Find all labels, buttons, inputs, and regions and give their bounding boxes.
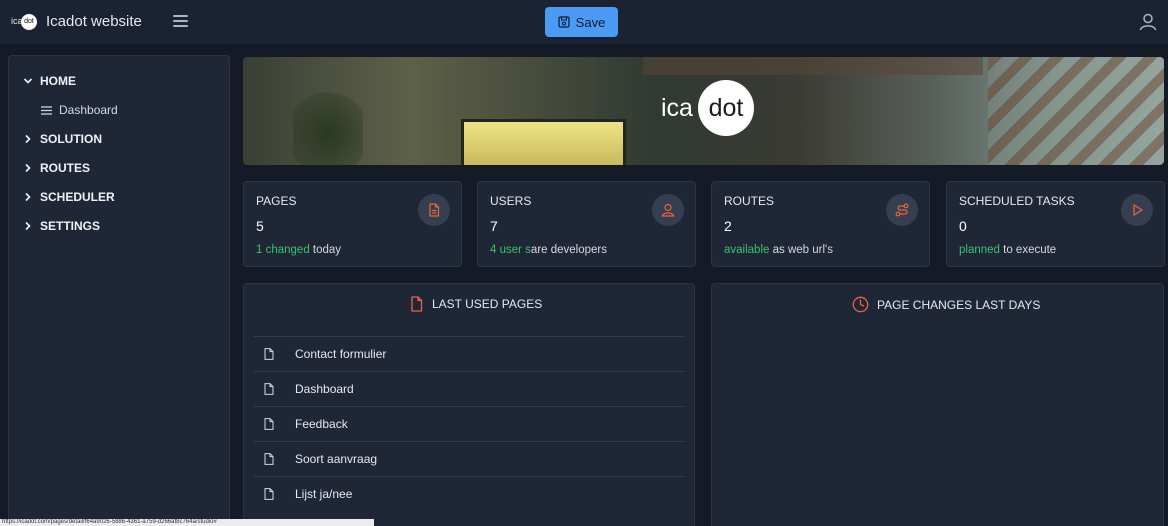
list-item-label: Lijst ja/nee <box>295 487 353 501</box>
stat-card-rest: are developers <box>530 244 607 256</box>
stat-card-label: SCHEDULED TASKS <box>959 194 1075 208</box>
sidebar-item-label: SOLUTION <box>40 132 102 146</box>
hero-logo-dot-text: dot <box>698 80 754 136</box>
chevron-right-icon <box>25 163 31 173</box>
sidebar-item-home[interactable]: HOME <box>23 74 76 88</box>
save-button-label: Save <box>575 14 606 30</box>
last-used-pages-panel: LAST USED PAGES Contact formulier Dashbo… <box>243 283 695 526</box>
link-preview-statusbar: https://icadot.com/pages/detail/f64a9026… <box>0 519 374 526</box>
clock-icon <box>852 296 869 313</box>
stat-card-highlight: available <box>724 244 770 256</box>
menu-toggle-icon[interactable] <box>173 15 188 27</box>
stat-card-value: 0 <box>959 218 967 234</box>
stat-card-icon-badge <box>886 194 918 226</box>
stat-card-icon-badge <box>418 194 450 226</box>
hero-decoration <box>988 57 1164 165</box>
sidebar: HOME Dashboard SOLUTION ROUTES SCHEDULER… <box>8 55 230 526</box>
chevron-right-icon <box>25 192 31 202</box>
stat-card-rest: today <box>309 244 342 256</box>
list-item-label: Contact formulier <box>295 347 387 361</box>
stat-card-routes[interactable]: ROUTES 2 available as web url's <box>711 181 930 267</box>
sidebar-item-routes[interactable]: ROUTES <box>23 161 90 175</box>
stat-card-value: 2 <box>724 218 732 234</box>
floppy-disk-icon <box>558 16 570 28</box>
stat-card-highlight: 1 changed <box>256 244 310 256</box>
last-used-pages-list: Contact formulier Dashboard Feedback Soo… <box>254 336 685 511</box>
sidebar-item-dashboard[interactable]: Dashboard <box>41 103 118 117</box>
list-item-label: Soort aanvraag <box>295 452 378 466</box>
hero-logo: ica dot <box>661 80 754 136</box>
hero-decoration <box>643 57 983 75</box>
user-icon <box>1139 13 1157 31</box>
file-icon <box>264 383 278 395</box>
stat-card-highlight: planned <box>959 244 1000 256</box>
user-icon <box>661 203 675 217</box>
stat-card-highlight: 4 user s <box>490 244 531 256</box>
stat-card-rest: as web url's <box>769 244 833 256</box>
stat-card-description: planned to execute <box>959 244 1056 256</box>
stat-card-label: PAGES <box>256 194 297 208</box>
file-icon <box>429 203 440 217</box>
user-account-button[interactable] <box>1139 13 1157 31</box>
save-button[interactable]: Save <box>545 7 618 37</box>
stat-card-description: 4 user sare developers <box>490 244 607 256</box>
top-bar: ica dot Icadot website Save <box>0 0 1168 44</box>
stat-card-icon-badge <box>1121 194 1153 226</box>
file-icon <box>264 488 278 500</box>
panel-title-text: PAGE CHANGES LAST DAYS <box>877 297 1041 312</box>
app-logo[interactable]: ica dot <box>11 12 37 32</box>
sidebar-item-settings[interactable]: SETTINGS <box>23 219 100 233</box>
sidebar-item-label: ROUTES <box>40 161 91 175</box>
chevron-right-icon <box>25 221 31 231</box>
file-icon <box>264 418 278 430</box>
file-icon <box>411 296 423 312</box>
hero-logo-ica-text: ica <box>661 94 693 122</box>
stat-card-value: 5 <box>256 218 264 234</box>
list-item[interactable]: Lijst ja/nee <box>254 476 685 511</box>
sidebar-item-label: SCHEDULER <box>40 190 115 204</box>
play-icon <box>1133 204 1143 216</box>
file-icon <box>264 453 278 465</box>
sidebar-item-label: Dashboard <box>59 103 118 117</box>
list-item[interactable]: Soort aanvraag <box>254 441 685 476</box>
chevron-right-icon <box>25 134 31 144</box>
panel-title-text: LAST USED PAGES <box>432 297 543 311</box>
list-item[interactable]: Contact formulier <box>254 336 685 371</box>
hero-decoration <box>293 87 363 165</box>
chevron-down-icon <box>23 78 33 84</box>
stat-card-description: available as web url's <box>724 244 833 256</box>
sidebar-item-label: SETTINGS <box>40 219 101 233</box>
stat-card-rest: to execute <box>999 244 1057 256</box>
file-icon <box>264 348 278 360</box>
sidebar-item-label: HOME <box>40 74 76 88</box>
stat-card-users[interactable]: USERS 7 4 user sare developers <box>477 181 696 267</box>
stat-card-label: ROUTES <box>724 194 775 208</box>
panel-title: LAST USED PAGES <box>409 296 542 312</box>
stat-card-label: USERS <box>490 194 532 208</box>
stat-card-value: 7 <box>490 218 498 234</box>
hero-banner: ica dot <box>243 57 1164 165</box>
hero-decoration <box>461 119 626 165</box>
page-changes-panel: PAGE CHANGES LAST DAYS <box>711 283 1164 526</box>
stat-card-description: 1 changed today <box>256 244 341 256</box>
app-title: Icadot website <box>46 13 142 30</box>
stat-card-icon-badge <box>652 194 684 226</box>
list-icon <box>41 105 52 115</box>
stat-card-scheduled-tasks[interactable]: SCHEDULED TASKS 0 planned to execute <box>946 181 1165 267</box>
panel-title: PAGE CHANGES LAST DAYS <box>852 296 1040 313</box>
list-item-label: Dashboard <box>295 382 354 396</box>
logo-dot-text: dot <box>21 14 37 30</box>
list-item-label: Feedback <box>295 417 348 431</box>
route-icon <box>895 203 909 217</box>
list-item[interactable]: Feedback <box>254 406 685 441</box>
stat-card-pages[interactable]: PAGES 5 1 changed today <box>243 181 462 267</box>
sidebar-item-scheduler[interactable]: SCHEDULER <box>23 190 115 204</box>
list-item[interactable]: Dashboard <box>254 371 685 406</box>
sidebar-item-solution[interactable]: SOLUTION <box>23 132 102 146</box>
